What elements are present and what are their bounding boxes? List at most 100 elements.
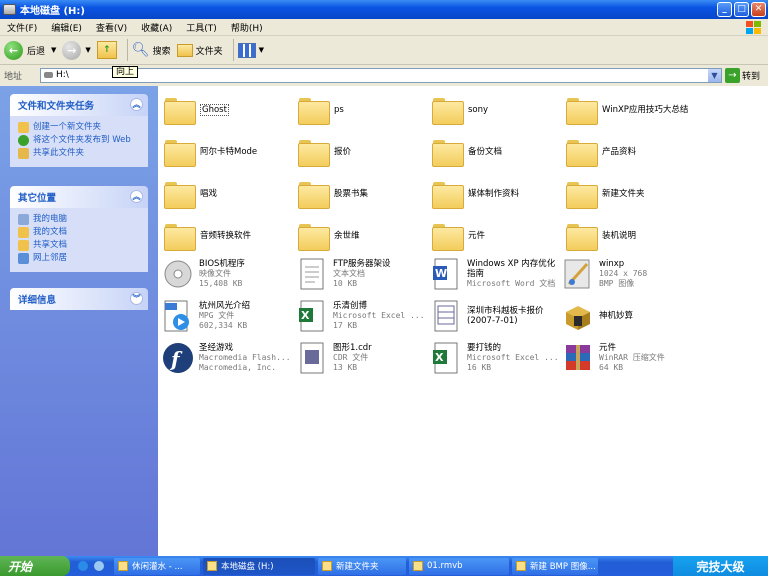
item-name: 要打钱的 [467,343,502,353]
folder-item[interactable]: 唱戏 [164,174,296,214]
place-my-computer[interactable]: 我的电脑 [18,214,142,225]
views-button[interactable]: ▼ [237,42,264,58]
folder-item[interactable]: 产品资料 [566,132,698,172]
minimize-button[interactable]: _ [717,2,732,17]
place-shared-documents[interactable]: 共享文档 [18,240,142,251]
taskbar-button[interactable]: 新建文件夹 [318,557,406,575]
file-item[interactable]: 图形1.cdr CDR 文件 13 KB [296,338,428,378]
file-item[interactable]: FTP服务器架设 文本文档 10 KB [296,254,428,294]
folders-button[interactable]: 文件夹 [176,43,223,57]
panel-header[interactable]: 文件和文件夹任务 ︽ [10,94,148,116]
collapse-icon[interactable]: ︽ [130,98,143,111]
file-item[interactable]: W Windows XP 内存优化指南 Microsoft Word 文档 [430,254,562,294]
item-size: 10 KB [333,279,358,288]
item-type: 文本文档 [333,269,365,278]
up-button[interactable]: ↑ [96,41,117,59]
ie-icon[interactable] [78,561,88,571]
separator [232,39,234,61]
maximize-button[interactable]: □ [734,2,749,17]
folder-item[interactable]: 音频转换软件 [164,216,296,256]
chevron-down-icon[interactable]: ▼ [51,46,56,54]
collapse-icon[interactable]: ︽ [130,190,143,203]
folder-icon [322,561,332,571]
file-item[interactable]: winxp 1024 x 768 BMP 图像 [562,254,694,294]
task-label: 创建一个新文件夹 [33,122,102,132]
task-publish-web[interactable]: 将这个文件夹发布到 Web [18,135,142,146]
menu-help[interactable]: 帮助(H) [224,21,270,34]
back-button[interactable]: ← 后退 ▼ [4,40,56,60]
folder-item[interactable]: 阿尔卡特Mode [164,132,296,172]
chevron-down-icon[interactable]: ▼ [708,69,721,82]
file-item[interactable]: 神机妙算 [562,296,694,336]
chevron-down-icon[interactable]: ▼ [85,46,90,54]
taskbar-button[interactable]: 新建 BMP 图像... [512,557,598,575]
panel-title: 其它位置 [18,193,57,204]
file-item[interactable]: 元件 WinRAR 压缩文件 64 KB [562,338,694,378]
folder-item[interactable]: 装机说明 [566,216,698,256]
address-input[interactable]: H:\ ▼ [40,68,722,83]
menu-tools[interactable]: 工具(T) [179,21,224,34]
menu-bar: 文件(F) 编辑(E) 查看(V) 收藏(A) 工具(T) 帮助(H) [0,19,768,36]
search-label: 搜索 [152,46,171,57]
place-label: 我的电脑 [33,214,68,224]
folder-item[interactable]: 新建文件夹 [566,174,698,214]
show-desktop-icon[interactable] [94,561,104,571]
menu-view[interactable]: 查看(V) [89,21,134,34]
folder-icon [432,223,464,251]
title-bar[interactable]: 本地磁盘 (H:) _ □ ✕ [0,0,768,19]
views-icon [237,42,256,58]
folder-item[interactable]: 余世维 [298,216,430,256]
file-item[interactable]: 杭州风光介绍 MPG 文件 602,334 KB [162,296,294,336]
video-icon [413,561,423,571]
file-item[interactable]: f 圣经游戏 Macromedia Flash... Macromedia, Inc… [162,338,294,378]
folder-icon [432,181,464,209]
folder-item[interactable]: 元件 [432,216,564,256]
file-tasks-panel: 文件和文件夹任务 ︽ 创建一个新文件夹 将这个文件夹发布到 Web 共享此文件夹 [10,94,148,167]
panel-header[interactable]: 其它位置 ︽ [10,186,148,208]
folder-item[interactable]: 报价 [298,132,430,172]
folder-item[interactable]: ps [298,90,430,130]
folder-item[interactable]: Ghost [164,90,296,130]
item-size: 13 KB [333,363,358,372]
item-name: 圣经游戏 [199,343,234,353]
expand-icon[interactable]: ︾ [130,292,143,305]
item-name: 产品资料 [602,147,637,157]
folder-icon [298,181,330,209]
taskbar-button-active[interactable]: 本地磁盘 (H:) [203,557,315,575]
item-size: BMP 图像 [599,279,635,288]
back-arrow-icon: ← [4,40,23,60]
item-name: 媒体制作资料 [468,189,520,199]
forward-button[interactable]: → ▼ [62,40,91,60]
file-item[interactable]: BIOS机程序 映像文件 15,408 KB [162,254,294,294]
start-label: 开始 [8,559,33,574]
menu-edit[interactable]: 编辑(E) [44,21,89,34]
taskbar-button[interactable]: 休闲灌水 - ... [114,557,200,575]
place-my-documents[interactable]: 我的文档 [18,227,142,238]
file-item[interactable]: X 乐清创博 Microsoft Excel ... 17 KB [296,296,428,336]
item-name: WinXP应用技巧大总结 [602,105,689,115]
folder-icon [164,97,196,125]
go-button[interactable]: → 转到 [725,68,760,83]
file-item[interactable]: X 要打钱的 Microsoft Excel ... 16 KB [430,338,562,378]
folder-item[interactable]: 备份文档 [432,132,564,172]
panel-header[interactable]: 详细信息 ︾ [10,288,148,310]
shared-folder-icon [18,240,29,251]
folder-item[interactable]: WinXP应用技巧大总结 [566,90,698,130]
menu-favorites[interactable]: 收藏(A) [134,21,179,34]
search-button[interactable]: 🔍︎ 搜索 [132,42,171,58]
close-button[interactable]: ✕ [751,2,766,17]
folder-item[interactable]: 媒体制作资料 [432,174,564,214]
item-type: CDR 文件 [333,353,369,362]
menu-file[interactable]: 文件(F) [0,21,44,34]
task-share-folder[interactable]: 共享此文件夹 [18,148,142,159]
place-network[interactable]: 网上邻居 [18,253,142,264]
item-name: Windows XP 内存优化指南 [467,259,556,279]
folder-item[interactable]: 股票书集 [298,174,430,214]
start-button[interactable]: 开始 [0,556,70,576]
taskbar-button[interactable]: 01.rmvb [409,557,509,575]
folders-label: 文件夹 [195,46,223,57]
folder-item[interactable]: sony [432,90,564,130]
file-item[interactable]: 深圳市科越板卡报价 (2007-7-01) [430,296,562,336]
task-new-folder[interactable]: 创建一个新文件夹 [18,122,142,133]
task-label: 本地磁盘 (H:) [221,562,274,572]
